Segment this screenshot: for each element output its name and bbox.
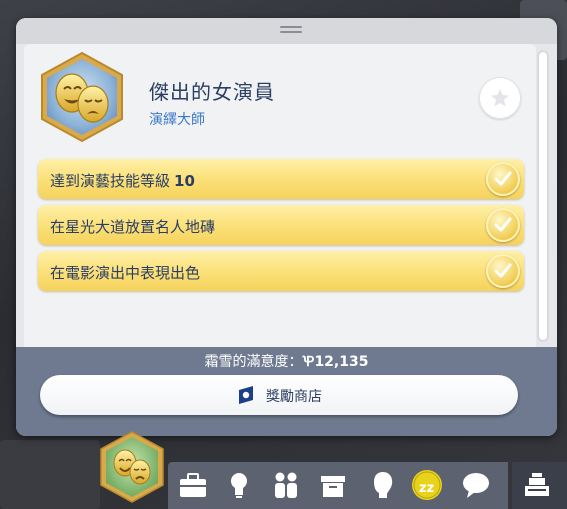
skills-icon[interactable] xyxy=(222,468,256,502)
reward-store-button[interactable]: 獎勵商店 xyxy=(40,375,518,415)
reward-store-icon xyxy=(239,386,253,404)
shopping-icon[interactable] xyxy=(520,468,554,502)
star-icon xyxy=(491,89,509,107)
task-item[interactable]: 在電影演出中表現出色 xyxy=(38,251,524,291)
task-label: 在電影演出中表現出色 xyxy=(50,264,201,282)
relationships-icon[interactable] xyxy=(269,468,303,502)
drag-handle[interactable] xyxy=(280,26,302,36)
scrollbar-thumb[interactable] xyxy=(539,52,547,340)
task-item[interactable]: 在星光大道放置名人地磚 xyxy=(38,205,524,245)
comedy-tragedy-masks-icon xyxy=(41,51,123,143)
satisfaction-points: 霜雪的滿意度：Ꝕ12,135 xyxy=(204,354,369,370)
task-label: 在星光大道放置名人地磚 xyxy=(50,218,216,236)
aspiration-category: 演繹大師 xyxy=(149,112,205,128)
sim-info-icon[interactable] xyxy=(366,468,400,502)
chat-icon[interactable] xyxy=(459,468,493,502)
task-label: 達到演藝技能等級 10 xyxy=(50,172,195,190)
inventory-icon[interactable] xyxy=(316,468,350,502)
reward-store-label: 獎勵商店 xyxy=(266,389,322,405)
career-icon[interactable] xyxy=(176,468,210,502)
checkmark-icon xyxy=(486,162,520,196)
aspiration-title: 傑出的女演員 xyxy=(149,80,275,104)
checkmark-icon xyxy=(486,254,520,288)
needs-icon[interactable]: zz xyxy=(410,468,444,502)
background-element xyxy=(0,440,100,509)
svg-text:zz: zz xyxy=(419,481,434,496)
aspiration-panel: 傑出的女演員 演繹大師 達到演藝技能等級 10 在星光大道放置名人地磚 在電影演出… xyxy=(16,18,557,436)
checkmark-icon xyxy=(486,208,520,242)
favorite-button[interactable] xyxy=(479,77,521,119)
scrollbar[interactable] xyxy=(537,50,549,342)
aspiration-icon[interactable] xyxy=(99,431,165,503)
task-item[interactable]: 達到演藝技能等級 10 xyxy=(38,159,524,199)
